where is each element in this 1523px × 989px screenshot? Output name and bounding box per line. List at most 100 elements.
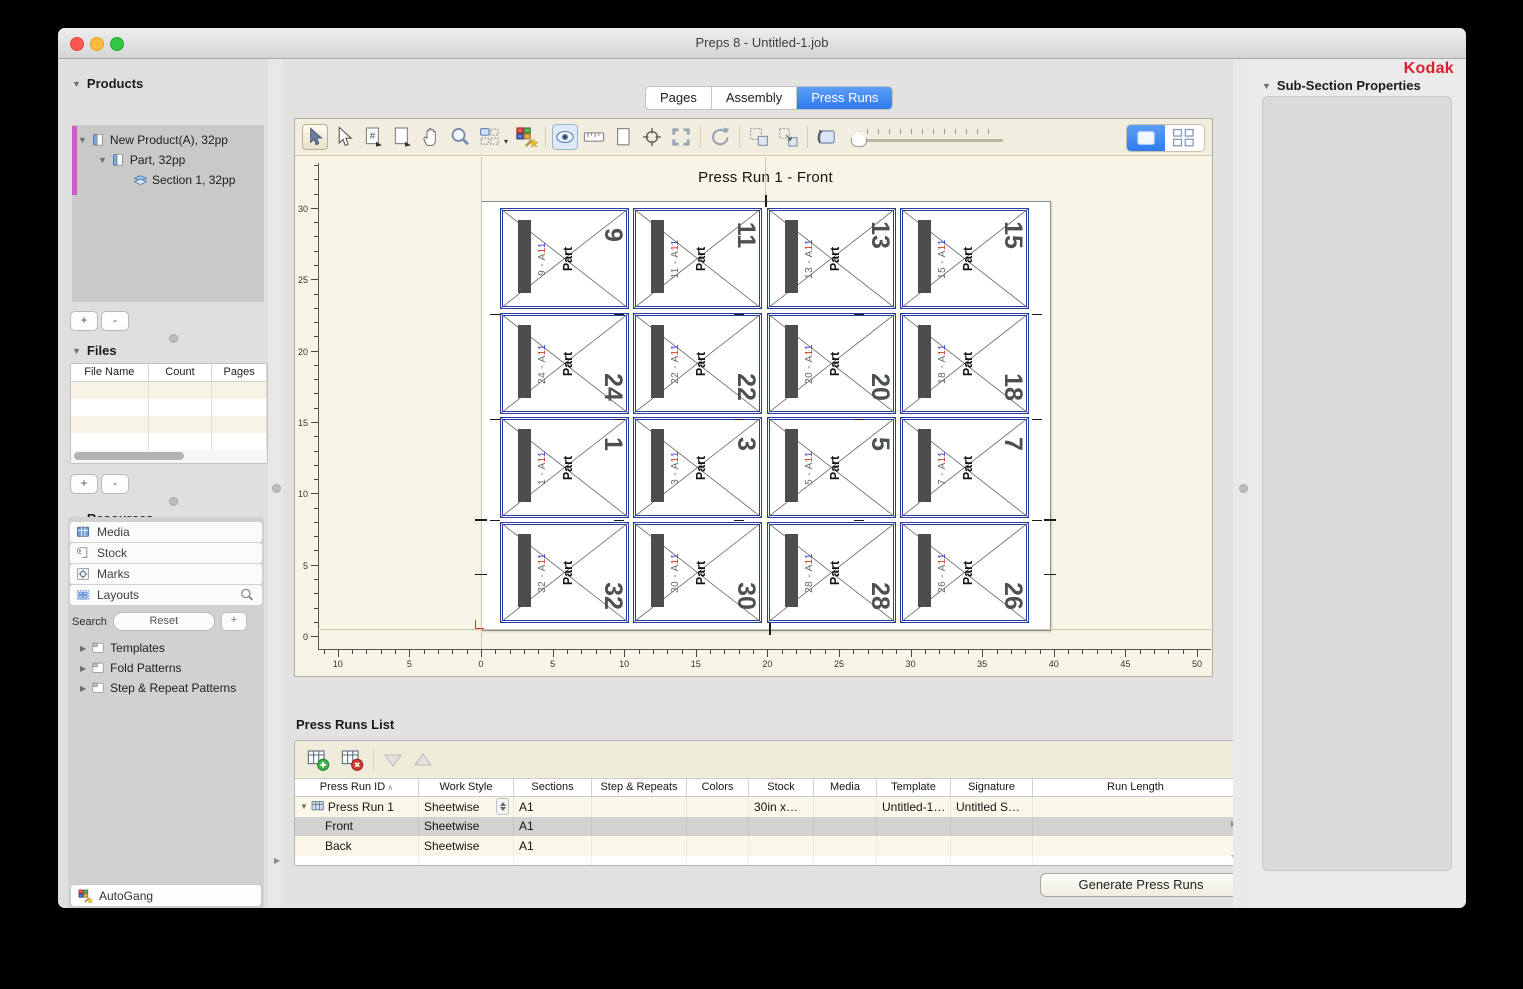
product-tree-item-part-32pp[interactable]: ▼Part, 32pp <box>98 150 185 170</box>
imposition-page-cell[interactable]: 28 - A11Part28 <box>767 522 896 623</box>
imposition-drawing-area[interactable]: Press Run 1 - Front 9 - A11Part911 - A11… <box>295 157 1212 676</box>
add-file-button[interactable]: + <box>70 474 98 494</box>
scale-group-tool-icon[interactable] <box>775 124 801 150</box>
resource-item-media[interactable]: Media <box>70 522 262 542</box>
delete-press-run-icon[interactable] <box>339 748 365 772</box>
disclosure-triangle-icon[interactable]: ▼ <box>78 135 87 145</box>
marquee-dropdown-icon[interactable]: ▾ <box>504 137 508 146</box>
disclosure-triangle-icon[interactable]: ▼ <box>98 155 107 165</box>
imposition-page-cell[interactable]: 9 - A11Part9 <box>500 208 629 309</box>
slider-track[interactable] <box>861 139 1003 142</box>
zoom-slider[interactable] <box>849 124 1009 150</box>
disclosure-triangle-icon[interactable]: ▼ <box>72 346 81 356</box>
page-flip-tool-icon[interactable] <box>814 124 840 150</box>
resource-item-layouts[interactable]: Layouts <box>70 585 262 605</box>
remove-file-button[interactable]: - <box>101 474 129 494</box>
column-header-colors[interactable]: Colors <box>687 779 749 796</box>
products-tree[interactable]: ▼New Product(A), 32pp▼Part, 32ppSection … <box>72 125 264 302</box>
marquee-tool-icon[interactable] <box>476 124 502 150</box>
work-style-stepper[interactable] <box>496 798 509 815</box>
resource-tree-step-repeat-patterns[interactable]: ▶Step & Repeat Patterns <box>80 679 236 697</box>
sub-section-properties-header[interactable]: ▼ Sub-Section Properties <box>1262 78 1421 93</box>
tab-press-runs[interactable]: Press Runs <box>797 87 892 109</box>
column-header-sections[interactable]: Sections <box>514 779 592 796</box>
pan-tool-icon[interactable] <box>418 124 444 150</box>
center-target-tool-icon[interactable] <box>639 124 665 150</box>
splitter-handle[interactable] <box>272 484 281 493</box>
select-tool-icon[interactable] <box>302 124 328 150</box>
scrollbar-thumb[interactable] <box>74 452 184 460</box>
resource-tree-fold-patterns[interactable]: ▶Fold Patterns <box>80 659 182 677</box>
press-run-row-front[interactable]: FrontSheetwiseA1 <box>295 817 1239 837</box>
remove-product-button[interactable]: - <box>101 311 129 331</box>
imposition-page-cell[interactable]: 30 - A11Part30 <box>633 522 762 623</box>
disclosure-triangle-icon[interactable]: ▼ <box>300 802 308 811</box>
title-bar[interactable]: Preps 8 - Untitled-1.job <box>58 28 1466 59</box>
imposition-page-cell[interactable]: 3 - A11Part3 <box>633 417 762 518</box>
move-up-icon[interactable] <box>412 751 434 769</box>
zoom-tool-icon[interactable] <box>447 124 473 150</box>
single-view-icon[interactable] <box>1127 125 1165 151</box>
products-section-header[interactable]: ▼ Products <box>72 76 143 91</box>
measure-tool-icon[interactable] <box>581 124 607 150</box>
move-down-icon[interactable] <box>382 751 404 769</box>
files-table[interactable]: File NameCountPages <box>70 363 268 464</box>
imposition-page-cell[interactable]: 11 - A11Part11 <box>633 208 762 309</box>
files-hscrollbar[interactable] <box>71 450 267 463</box>
create-page-tool-icon[interactable] <box>389 124 415 150</box>
press-run-row-back[interactable]: BackSheetwiseA1 <box>295 836 1239 856</box>
rotate-tool-icon[interactable] <box>707 124 733 150</box>
imposition-page-cell[interactable]: 26 - A11Part26 <box>900 522 1029 623</box>
multi-view-icon[interactable] <box>1165 125 1203 151</box>
imposition-page-cell[interactable]: 20 - A11Part20 <box>767 313 896 414</box>
disclosure-triangle-icon[interactable]: ▶ <box>80 684 86 693</box>
press-run-row-press-run-1[interactable]: ▼Press Run 1SheetwiseA130in x…Untitled-1… <box>295 797 1239 817</box>
imposition-page-cell[interactable]: 22 - A11Part22 <box>633 313 762 414</box>
files-column-header-file-name[interactable]: File Name <box>71 364 149 381</box>
product-tree-item-new-product-a-32pp[interactable]: ▼New Product(A), 32pp <box>78 130 228 150</box>
imposition-page-cell[interactable]: 24 - A11Part24 <box>500 313 629 414</box>
preview-tool-icon[interactable] <box>552 124 578 150</box>
files-column-header-count[interactable]: Count <box>149 364 213 381</box>
imposition-page-cell[interactable]: 13 - A11Part13 <box>767 208 896 309</box>
imposition-page-cell[interactable]: 1 - A11Part1 <box>500 417 629 518</box>
column-header-media[interactable]: Media <box>814 779 877 796</box>
tab-assembly[interactable]: Assembly <box>712 87 797 109</box>
add-search-button[interactable]: + <box>221 612 247 631</box>
direct-select-tool-icon[interactable] <box>331 124 357 150</box>
files-column-header-pages[interactable]: Pages <box>212 364 267 381</box>
disclosure-triangle-icon[interactable]: ▼ <box>72 79 81 89</box>
disclosure-triangle-icon[interactable]: ▶ <box>80 664 86 673</box>
splitter-handle[interactable] <box>169 497 178 506</box>
column-header-work-style[interactable]: Work Style <box>419 779 514 796</box>
resource-item-marks[interactable]: Marks <box>70 564 262 584</box>
product-tree-item-section-1-32pp[interactable]: Section 1, 32pp <box>132 170 235 190</box>
imposition-page-cell[interactable]: 5 - A11Part5 <box>767 417 896 518</box>
add-product-button[interactable]: + <box>70 311 98 331</box>
column-header-template[interactable]: Template <box>877 779 951 796</box>
column-header-press-run-id[interactable]: Press Run ID ∧ <box>295 779 419 796</box>
disclosure-triangle-icon[interactable]: ▶ <box>80 644 86 653</box>
add-press-run-icon[interactable] <box>305 748 331 772</box>
imposition-page-cell[interactable]: 18 - A11Part18 <box>900 313 1029 414</box>
imposition-page-cell[interactable]: 32 - A11Part32 <box>500 522 629 623</box>
files-section-header[interactable]: ▼ Files <box>72 343 117 358</box>
page-number-tool-icon[interactable]: # <box>360 124 386 150</box>
tab-pages[interactable]: Pages <box>646 87 712 109</box>
fit-media-tool-icon[interactable] <box>668 124 694 150</box>
column-header-stock[interactable]: Stock <box>749 779 814 796</box>
slider-thumb[interactable] <box>851 131 867 147</box>
column-header-signature[interactable]: Signature <box>951 779 1033 796</box>
splitter-handle[interactable] <box>169 334 178 343</box>
collapse-sidebar-icon[interactable]: ▶ <box>274 856 280 865</box>
select-group-tool-icon[interactable] <box>746 124 772 150</box>
splitter-handle[interactable] <box>1239 484 1248 493</box>
autogang-button[interactable]: ★ AutoGang <box>70 884 262 907</box>
column-header-step-repeats[interactable]: Step & Repeats <box>592 779 687 796</box>
autogang-tool-icon[interactable]: ★ <box>513 124 539 150</box>
imposition-page-cell[interactable]: 15 - A11Part15 <box>900 208 1029 309</box>
generate-press-runs-button[interactable]: Generate Press Runs <box>1040 873 1242 897</box>
resource-item-stock[interactable]: Stock <box>70 543 262 563</box>
column-header-run-length[interactable]: Run Length <box>1033 779 1239 796</box>
imposition-page-cell[interactable]: 7 - A11Part7 <box>900 417 1029 518</box>
